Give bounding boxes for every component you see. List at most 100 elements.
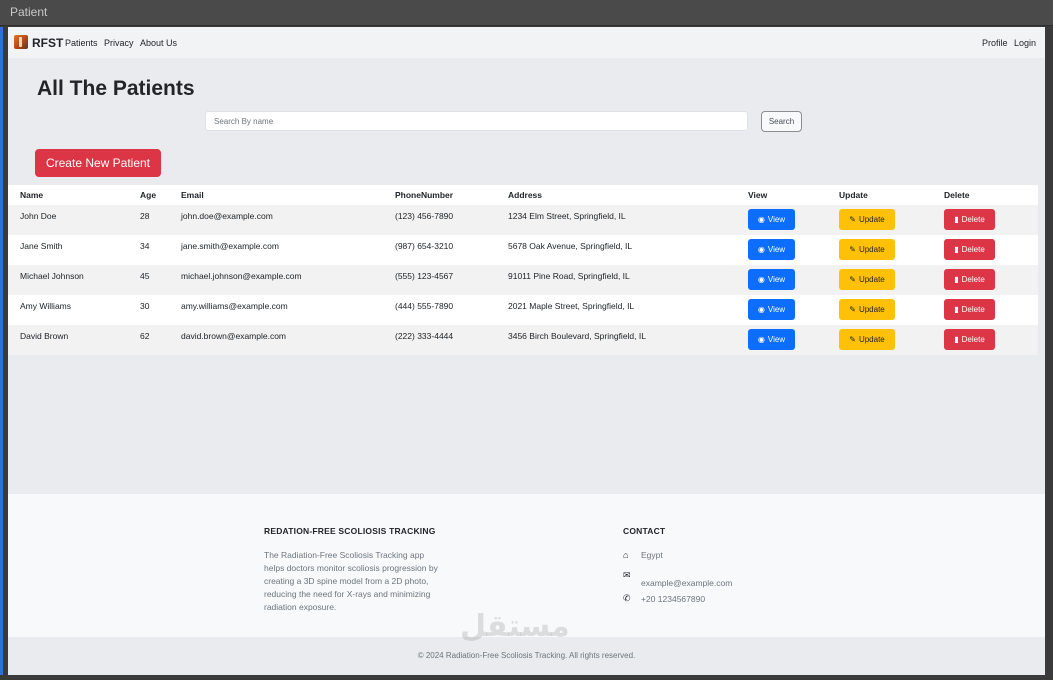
- nav-link-patients[interactable]: Patients: [65, 38, 98, 48]
- patient-age: 45: [128, 265, 169, 295]
- view-button-label: View: [767, 275, 786, 284]
- brand-name[interactable]: RFST: [32, 36, 63, 50]
- table-row: Michael Johnson 45 michael.johnson@examp…: [8, 265, 1038, 295]
- update-button[interactable]: ✎ Update: [839, 269, 895, 290]
- footer-about-title: REDATION-FREE SCOLIOSIS TRACKING: [264, 526, 436, 536]
- patient-email: john.doe@example.com: [169, 205, 383, 235]
- update-button[interactable]: ✎ Update: [839, 329, 895, 350]
- table-row: David Brown 62 david.brown@example.com (…: [8, 325, 1038, 355]
- delete-button[interactable]: ▮ Delete: [944, 209, 995, 230]
- table-header: Name Age Email PhoneNumber Address View …: [8, 185, 1038, 205]
- column-header-name: Name: [8, 185, 128, 205]
- window-edge: [0, 27, 3, 675]
- update-button-label: Update: [858, 245, 885, 254]
- eye-icon: ◉: [757, 304, 765, 314]
- patient-name: David Brown: [8, 325, 128, 355]
- patient-email: amy.williams@example.com: [169, 295, 383, 325]
- view-button-label: View: [767, 245, 786, 254]
- contact-email[interactable]: example@example.com: [641, 578, 732, 588]
- create-new-patient-button[interactable]: Create New Patient: [35, 149, 161, 177]
- top-navbar: RFST Patients Privacy About Us Profile L…: [8, 27, 1045, 58]
- delete-button-label: Delete: [961, 275, 985, 284]
- patient-name: Michael Johnson: [8, 265, 128, 295]
- patient-address: 1234 Elm Street, Springfield, IL: [496, 205, 736, 235]
- view-button[interactable]: ◉ View: [748, 239, 795, 260]
- view-button-label: View: [767, 335, 786, 344]
- browser-viewport: RFST Patients Privacy About Us Profile L…: [8, 27, 1045, 675]
- delete-button[interactable]: ▮ Delete: [944, 299, 995, 320]
- view-button-label: View: [767, 305, 786, 314]
- phone-icon: ✆: [623, 593, 631, 603]
- view-button[interactable]: ◉ View: [748, 209, 795, 230]
- patients-table: Name Age Email PhoneNumber Address View …: [8, 185, 1038, 355]
- nav-link-login[interactable]: Login: [1014, 38, 1036, 48]
- patient-age: 62: [128, 325, 169, 355]
- edit-icon: ✎: [849, 304, 856, 314]
- page-title: All The Patients: [37, 77, 195, 100]
- patient-address: 3456 Birch Boulevard, Springfield, IL: [496, 325, 736, 355]
- trash-icon: ▮: [954, 244, 959, 254]
- patient-phone: (555) 123-4567: [383, 265, 496, 295]
- trash-icon: ▮: [954, 214, 959, 224]
- view-button[interactable]: ◉ View: [748, 299, 795, 320]
- watermark-logo: مستقل: [460, 609, 570, 644]
- window-titlebar: Patient: [0, 0, 1053, 26]
- view-button[interactable]: ◉ View: [748, 329, 795, 350]
- trash-icon: ▮: [954, 304, 959, 314]
- view-button[interactable]: ◉ View: [748, 269, 795, 290]
- edit-icon: ✎: [849, 214, 856, 224]
- delete-button-label: Delete: [961, 305, 985, 314]
- update-button[interactable]: ✎ Update: [839, 209, 895, 230]
- column-header-delete: Delete: [932, 185, 1038, 205]
- table-row: Jane Smith 34 jane.smith@example.com (98…: [8, 235, 1038, 265]
- nav-link-privacy[interactable]: Privacy: [104, 38, 134, 48]
- column-header-update: Update: [827, 185, 932, 205]
- eye-icon: ◉: [757, 334, 765, 344]
- eye-icon: ◉: [757, 244, 765, 254]
- delete-button[interactable]: ▮ Delete: [944, 329, 995, 350]
- copyright-text: © 2024 Radiation-Free Scoliosis Tracking…: [417, 651, 636, 660]
- trash-icon: ▮: [954, 274, 959, 284]
- column-header-age: Age: [128, 185, 169, 205]
- column-header-view: View: [736, 185, 827, 205]
- patient-phone: (222) 333-4444: [383, 325, 496, 355]
- search-button[interactable]: Search: [761, 111, 802, 132]
- delete-button-label: Delete: [961, 335, 985, 344]
- column-header-phone: PhoneNumber: [383, 185, 496, 205]
- patient-age: 34: [128, 235, 169, 265]
- patient-address: 91011 Pine Road, Springfield, IL: [496, 265, 736, 295]
- contact-location: Egypt: [641, 550, 663, 560]
- eye-icon: ◉: [757, 274, 765, 284]
- update-button-label: Update: [858, 335, 885, 344]
- update-button[interactable]: ✎ Update: [839, 299, 895, 320]
- update-button[interactable]: ✎ Update: [839, 239, 895, 260]
- window-title: Patient: [10, 5, 48, 19]
- patient-phone: (444) 555-7890: [383, 295, 496, 325]
- update-button-label: Update: [858, 305, 885, 314]
- search-input[interactable]: [205, 111, 748, 131]
- table-body: John Doe 28 john.doe@example.com (123) 4…: [8, 205, 1038, 355]
- patient-address: 2021 Maple Street, Springfield, IL: [496, 295, 736, 325]
- envelope-icon: ✉: [623, 570, 631, 580]
- patient-email: jane.smith@example.com: [169, 235, 383, 265]
- footer-contact-title: CONTACT: [623, 526, 666, 536]
- nav-link-about-us[interactable]: About Us: [140, 38, 177, 48]
- delete-button-label: Delete: [961, 215, 985, 224]
- delete-button[interactable]: ▮ Delete: [944, 269, 995, 290]
- patient-phone: (123) 456-7890: [383, 205, 496, 235]
- eye-icon: ◉: [757, 214, 765, 224]
- delete-button-label: Delete: [961, 245, 985, 254]
- update-button-label: Update: [858, 275, 885, 284]
- footer-about-text: The Radiation-Free Scoliosis Tracking ap…: [264, 550, 438, 612]
- view-button-label: View: [767, 215, 786, 224]
- table-row: Amy Williams 30 amy.williams@example.com…: [8, 295, 1038, 325]
- table-row: John Doe 28 john.doe@example.com (123) 4…: [8, 205, 1038, 235]
- patient-age: 28: [128, 205, 169, 235]
- column-header-address: Address: [496, 185, 736, 205]
- contact-phone: +20 1234567890: [641, 594, 706, 604]
- patient-phone: (987) 654-3210: [383, 235, 496, 265]
- brand-logo-icon[interactable]: [14, 35, 28, 49]
- patient-email: david.brown@example.com: [169, 325, 383, 355]
- delete-button[interactable]: ▮ Delete: [944, 239, 995, 260]
- nav-link-profile[interactable]: Profile: [982, 38, 1008, 48]
